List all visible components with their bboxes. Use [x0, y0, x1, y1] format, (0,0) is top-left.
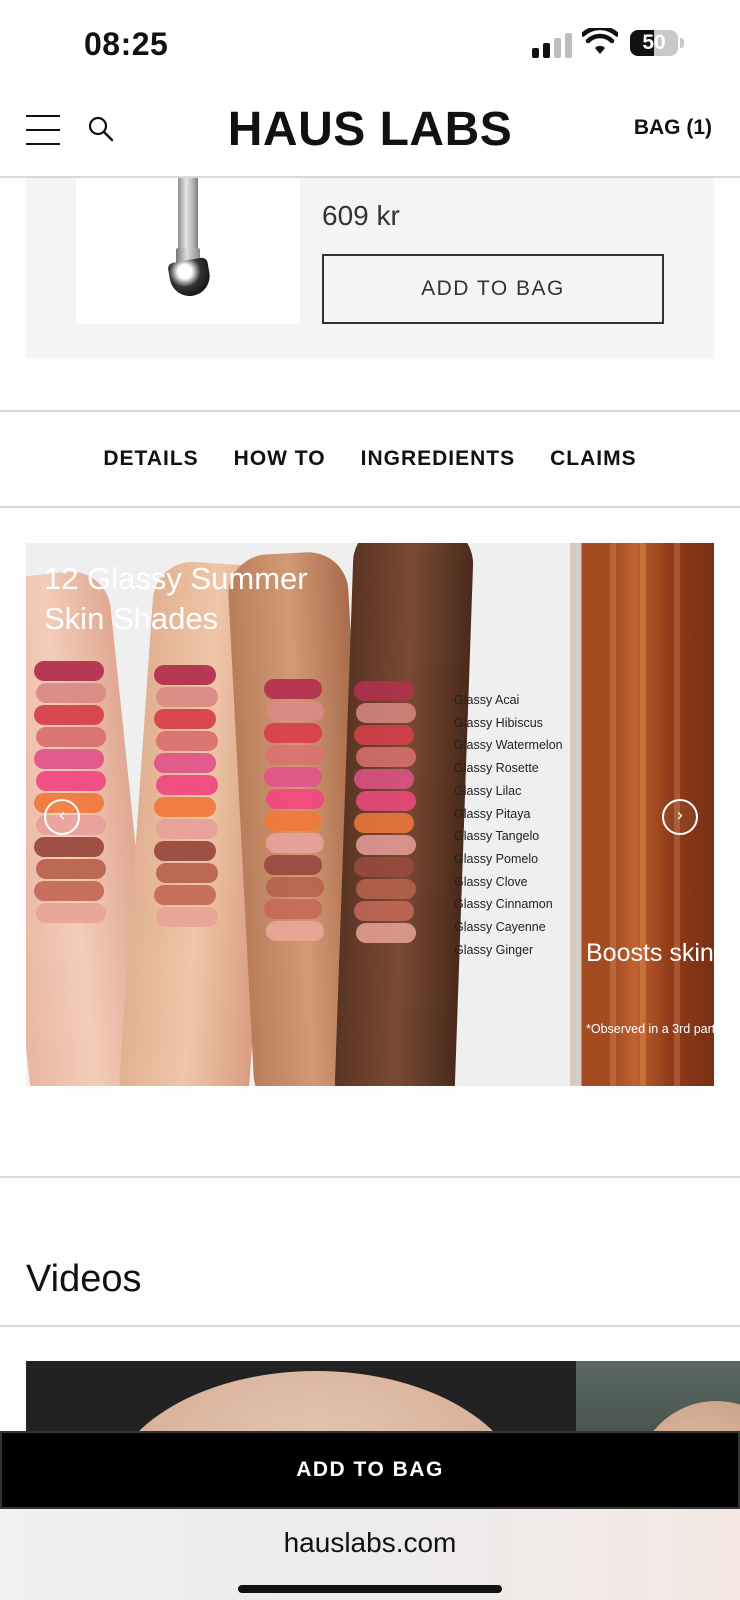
shade-name: Glassy Acai [454, 693, 520, 707]
battery-level: 50 [642, 31, 666, 54]
lip-swatch [266, 921, 324, 941]
lip-swatch [36, 771, 106, 791]
lip-swatch [36, 683, 106, 703]
shade-name: Glassy Ginger [454, 942, 534, 957]
lip-swatch [264, 723, 322, 743]
lip-swatch [356, 747, 416, 767]
signal-icon [532, 32, 572, 58]
lip-swatch [156, 775, 218, 795]
lip-swatch [34, 749, 104, 769]
lip-swatch [154, 885, 216, 905]
lip-swatch [154, 753, 216, 773]
tab-claims[interactable]: CLAIMS [550, 447, 637, 471]
lip-swatch [156, 907, 218, 927]
wifi-icon [582, 28, 618, 54]
product-price: 609 kr [322, 200, 400, 231]
lip-swatch [356, 879, 416, 899]
shade-name: Glassy Cayenne [454, 920, 546, 935]
lip-swatch [266, 745, 324, 765]
site-header: HAUS LABS BAG (1) [0, 88, 740, 178]
lip-swatch [264, 899, 322, 919]
lip-swatch [34, 705, 104, 725]
page: 08:25 50 HAUS LABS BAG (1) 609 kr ADD TO… [0, 0, 740, 1600]
shade-name: Glassy Rosette [454, 761, 539, 776]
shade-name: Glassy Clove [454, 874, 528, 889]
lip-swatch [354, 857, 414, 877]
carousel-next-button[interactable]: › [662, 799, 698, 835]
search-icon[interactable] [88, 116, 114, 142]
lip-swatch [34, 661, 104, 681]
carousel-prev-button[interactable]: ‹ [44, 799, 80, 835]
videos-heading: Videos [26, 1258, 142, 1300]
add-to-bag-button[interactable]: ADD TO BAG [322, 254, 664, 324]
lip-swatch [154, 665, 216, 685]
url-text[interactable]: hauslabs.com [0, 1527, 740, 1559]
lip-swatch [156, 819, 218, 839]
shade-name: Glassy Hibiscus [454, 715, 543, 730]
tab-how-to[interactable]: HOW TO [234, 447, 326, 471]
lip-swatch [354, 681, 414, 701]
tab-details[interactable]: DETAILS [103, 447, 198, 471]
bag-link[interactable]: BAG (1) [634, 116, 712, 140]
chevron-left-icon: ‹ [58, 805, 66, 826]
brush-bristles [167, 256, 213, 300]
lip-swatch [34, 837, 104, 857]
status-bar: 08:25 50 [0, 0, 740, 88]
lip-swatch [266, 877, 324, 897]
lip-swatch [266, 789, 324, 809]
lip-swatch [264, 855, 322, 875]
status-time: 08:25 [84, 26, 169, 62]
lip-swatch [36, 903, 106, 923]
carousel-slide-swatches: 12 Glassy Summer Skin Shades Glassy Acai… [26, 543, 570, 1086]
lip-swatch [156, 731, 218, 751]
menu-icon[interactable] [26, 115, 60, 145]
image-carousel[interactable]: 12 Glassy Summer Skin Shades Glassy Acai… [26, 543, 714, 1086]
shade-name: Glassy Lilac [454, 783, 522, 798]
lip-swatch [354, 901, 414, 921]
lip-swatch [36, 727, 106, 747]
shade-name: Glassy Pitaya [454, 806, 531, 821]
lip-swatch [156, 863, 218, 883]
lip-swatch [354, 725, 414, 745]
shade-list: Glassy Acai Glassy Hibiscus Glassy Water… [454, 689, 570, 961]
chevron-right-icon: › [676, 805, 684, 826]
slide-next-note: *Observed in a 3rd party study of partic… [586, 1022, 714, 1036]
lip-swatch [264, 679, 322, 699]
lip-swatch [156, 687, 218, 707]
lip-swatch [36, 859, 106, 879]
shade-name: Glassy Cinnamon [454, 897, 553, 912]
lip-swatch [356, 835, 416, 855]
lip-swatch [356, 791, 416, 811]
lip-swatch [266, 833, 324, 853]
sticky-add-to-bag-button[interactable]: ADD TO BAG [0, 1431, 740, 1509]
lip-swatch [354, 813, 414, 833]
slide-title: 12 Glassy Summer Skin Shades [44, 561, 308, 636]
lip-swatch [356, 923, 416, 943]
product-tabs: DETAILS HOW TO INGREDIENTS CLAIMS [0, 410, 740, 508]
lip-swatch [264, 767, 322, 787]
divider [0, 1325, 740, 1327]
lip-swatch [154, 797, 216, 817]
shade-name: Glassy Pomelo [454, 851, 539, 866]
lip-swatch [354, 769, 414, 789]
lip-swatch [34, 881, 104, 901]
brush-handle [178, 178, 198, 256]
shade-name: Glassy Tangelo [454, 829, 540, 844]
product-image[interactable] [76, 178, 300, 324]
lip-swatch [356, 703, 416, 723]
lip-swatch [264, 811, 322, 831]
lip-swatch [154, 709, 216, 729]
browser-url-bar[interactable]: hauslabs.com [0, 1509, 740, 1600]
tab-ingredients[interactable]: INGREDIENTS [361, 447, 516, 471]
battery-icon: 50 [630, 30, 684, 56]
home-indicator [238, 1585, 502, 1593]
product-card: 609 kr ADD TO BAG [26, 178, 714, 358]
lip-swatch [154, 841, 216, 861]
divider [0, 1176, 740, 1178]
lip-swatch [266, 701, 324, 721]
shade-name: Glassy Watermelon [454, 738, 563, 753]
slide-next-heading: Boosts skin immediately [586, 939, 714, 967]
